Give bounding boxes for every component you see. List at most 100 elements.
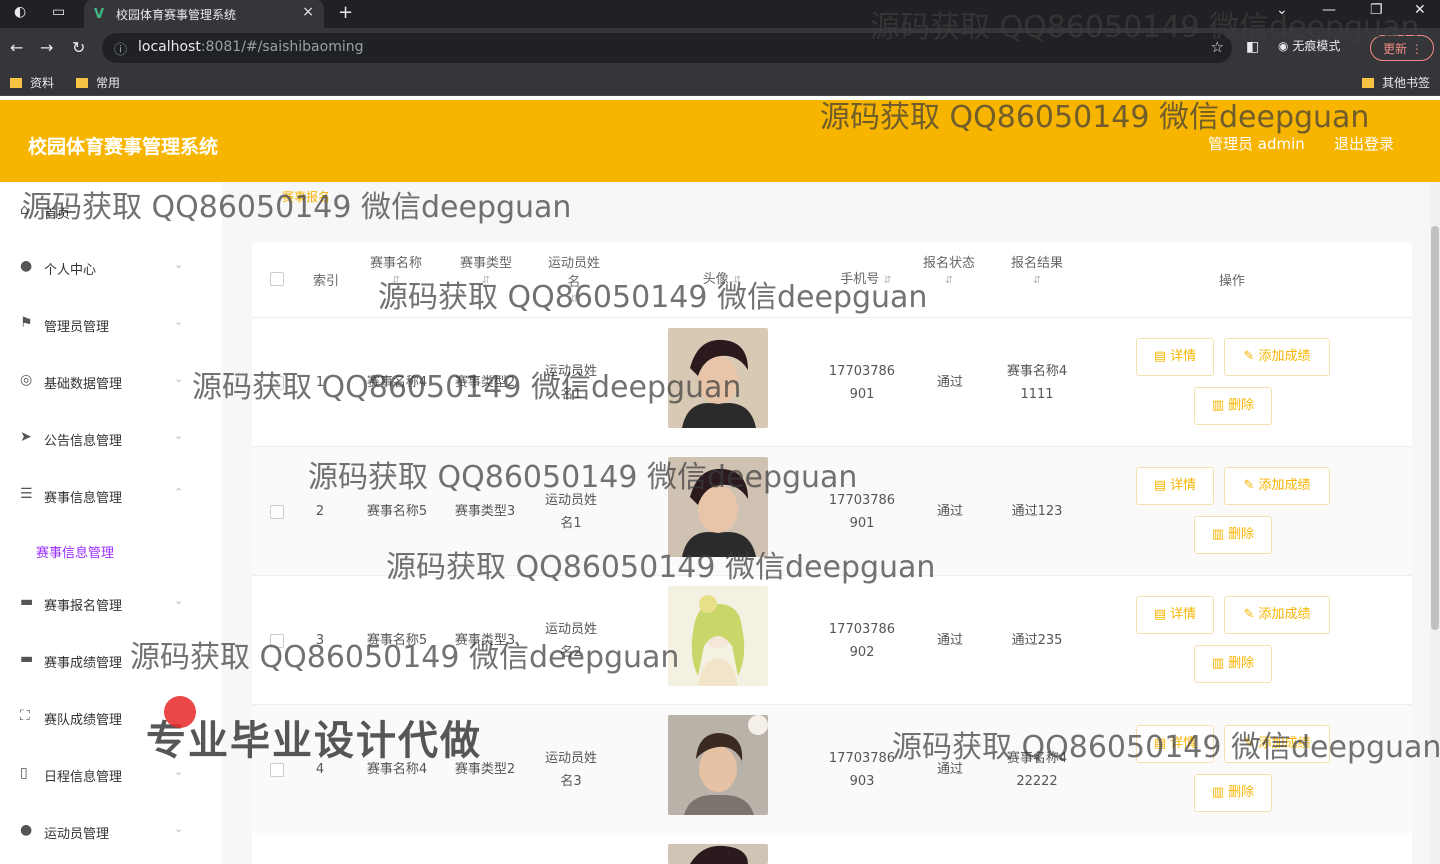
detail-button[interactable]: ▤ 详情 (1136, 467, 1214, 505)
add-score-button[interactable]: ✎ 添加成绩 (1224, 596, 1330, 634)
add-score-button[interactable]: ✎ 添加成绩 (1224, 467, 1330, 505)
reload-icon[interactable]: ↻ (72, 38, 85, 57)
app-title: 校园体育赛事管理系统 (28, 136, 219, 158)
cursor-highlight (164, 696, 196, 728)
edit-icon: ✎ (1243, 607, 1255, 622)
browser-menu-icon[interactable]: ◐ (14, 4, 26, 20)
cell-athlete: 运动员姓 名3 (544, 751, 597, 789)
trash-icon: ▥ (1211, 527, 1225, 542)
target-icon: ◎ (20, 372, 33, 388)
cell-event-type: 赛事类型3 (454, 504, 516, 519)
watermark: 源码获取 QQ86050149 微信deepguan (130, 640, 680, 675)
avatar (668, 715, 768, 815)
chevron-down-icon: ⌄ (174, 822, 184, 835)
sliders-icon: ☰ (20, 486, 33, 502)
current-user: 管理员 admin (1208, 135, 1305, 153)
watermark: 源码获取 QQ86050149 微信deepguan (820, 100, 1370, 135)
frame-icon: ⛶ (20, 708, 30, 724)
tab-list-icon[interactable]: ▭ (52, 4, 65, 20)
watermark-big: 专业毕业设计代做 (146, 718, 482, 764)
document-icon: ▤ (1153, 478, 1167, 493)
send-icon: ➤ (20, 429, 32, 445)
bookmark-folder-2[interactable]: 常用 (76, 74, 120, 91)
cell-phone: 17703786 901 (828, 364, 896, 402)
submenu-event-info[interactable]: 赛事信息管理 (36, 542, 114, 561)
row-checkbox[interactable] (270, 505, 284, 519)
trash-icon: ▥ (1211, 785, 1225, 800)
watermark: 源码获取 QQ86050149 微信deepguan (892, 730, 1440, 765)
info-icon[interactable]: ⓘ (114, 39, 127, 58)
cell-result: 通过123 (1011, 504, 1063, 519)
delete-button[interactable]: ▥ 删除 (1194, 516, 1272, 554)
document-icon: ▤ (1153, 349, 1167, 364)
pin-icon: ● (20, 822, 33, 838)
new-tab-icon[interactable]: + (338, 2, 353, 23)
scrollbar-thumb[interactable] (1431, 226, 1439, 630)
folder-icon (10, 78, 22, 88)
phone-icon: ▯ (20, 765, 28, 781)
avatar (668, 586, 768, 686)
tab-title: 校园体育赛事管理系统 (116, 8, 237, 22)
col-index: 索引 (312, 274, 339, 289)
sort-icon[interactable]: ⇵ (1004, 275, 1070, 286)
sidebar-item-admins[interactable]: ⚑ 管理员管理 ⌄ (0, 305, 210, 345)
cell-status: 通过 (936, 504, 963, 519)
back-icon[interactable]: ← (10, 38, 23, 57)
sidebar-item-registration[interactable]: ▬ 赛事报名管理 ⌄ (0, 584, 210, 624)
cell-status: 通过 (936, 375, 963, 390)
detail-button[interactable]: ▤ 详情 (1136, 596, 1214, 634)
watermark: 源码获取 QQ86050149 微信deepguan (386, 550, 936, 585)
sidebar-item-profile[interactable]: ● 个人中心 ⌄ (0, 248, 210, 288)
col-actions: 操作 (1218, 274, 1245, 289)
logout-link[interactable]: 退出登录 (1334, 133, 1394, 154)
monitor-icon: ▬ (20, 651, 34, 667)
chevron-down-icon: ⌄ (174, 258, 184, 271)
detail-button[interactable]: ▤ 详情 (1136, 338, 1214, 376)
delete-button[interactable]: ▥ 删除 (1194, 774, 1272, 812)
cell-result: 通过235 (1011, 633, 1063, 648)
monitor-icon: ▬ (20, 594, 34, 610)
bookmark-folder-1[interactable]: 资料 (10, 74, 54, 91)
cell-status: 通过 (936, 633, 963, 648)
chevron-down-icon: ⌄ (174, 429, 184, 442)
watermark: 源码获取 QQ86050149 微信deepguan (308, 460, 858, 495)
forward-icon[interactable]: → (40, 38, 53, 57)
cell-phone: 17703786 903 (828, 751, 896, 789)
folder-icon (1362, 78, 1374, 88)
edit-icon: ✎ (1243, 478, 1255, 493)
other-bookmarks[interactable]: 其他书签 (1362, 74, 1430, 91)
chevron-down-icon: ⌄ (174, 594, 184, 607)
document-icon: ▤ (1153, 607, 1167, 622)
watermark: 源码获取 QQ86050149 微信deepguan (192, 370, 742, 405)
folder-icon (76, 78, 88, 88)
vue-icon: V (94, 7, 105, 22)
edit-icon: ✎ (1243, 349, 1255, 364)
cell-event-name: 赛事名称5 (366, 504, 428, 519)
chevron-down-icon: ⌄ (174, 315, 184, 328)
browser-tab[interactable]: V 校园体育赛事管理系统 × (84, 0, 324, 28)
select-all-checkbox[interactable] (270, 272, 284, 286)
cell-result: 赛事名称4 1111 (1006, 364, 1068, 402)
chevron-down-icon: ⌄ (174, 372, 184, 385)
user-icon: ● (20, 258, 33, 274)
cell-index: 2 (315, 504, 325, 519)
chevron-down-icon: ⌄ (174, 765, 184, 778)
close-tab-icon[interactable]: × (302, 4, 314, 20)
flag-icon: ⚑ (20, 315, 33, 331)
delete-button[interactable]: ▥ 删除 (1194, 645, 1272, 683)
url-text: localhost:8081/#/saishibaoming (138, 39, 364, 55)
sidebar-item-events[interactable]: ☰ 赛事信息管理 ⌃ (0, 476, 210, 516)
add-score-button[interactable]: ✎ 添加成绩 (1224, 338, 1330, 376)
trash-icon: ▥ (1211, 398, 1225, 413)
sidebar-item-athletes[interactable]: ● 运动员管理 ⌄ (0, 812, 210, 852)
watermark: 源码获取 QQ86050149 微信deepguan (870, 10, 1420, 45)
cell-phone: 17703786 902 (828, 622, 896, 660)
chevron-up-icon: ⌃ (174, 486, 184, 499)
avatar (668, 844, 768, 864)
delete-button[interactable]: ▥ 删除 (1194, 387, 1272, 425)
sidebar-item-notices[interactable]: ➤ 公告信息管理 ⌄ (0, 419, 210, 459)
watermark: 源码获取 QQ86050149 微信deepguan (378, 280, 928, 315)
sidebar-item-basedata[interactable]: ◎ 基础数据管理 ⌄ (0, 362, 210, 402)
col-result[interactable]: 报名结果 ⇵ (1004, 252, 1070, 286)
watermark: 源码获取 QQ86050149 微信deepguan (22, 190, 572, 225)
